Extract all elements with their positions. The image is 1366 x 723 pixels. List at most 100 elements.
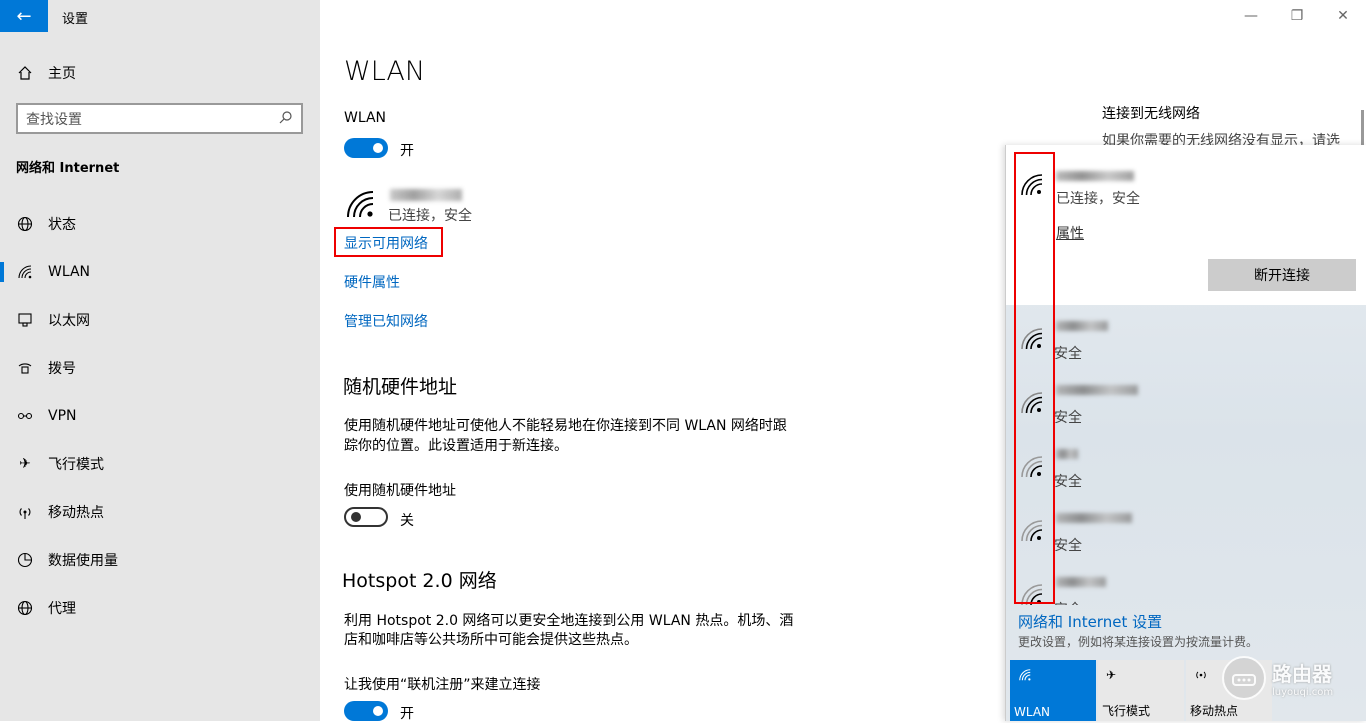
wifi-icon: [1018, 668, 1032, 685]
sidebar-item-label: 数据使用量: [48, 553, 118, 569]
quick-action-label: 移动热点: [1190, 704, 1239, 718]
sidebar-item-label: VPN: [48, 408, 77, 424]
flyout-connected-status: 已连接，安全: [1056, 191, 1140, 207]
airplane-icon: ✈: [1106, 668, 1117, 682]
connected-network-panel[interactable]: 已连接，安全 属性 断开连接: [1006, 145, 1366, 305]
sidebar-item-airplane[interactable]: ✈ 飞行模式: [0, 440, 320, 488]
network-security: 安全: [1054, 474, 1082, 490]
network-name-blurred: [1056, 171, 1134, 181]
globe-status-icon: [16, 216, 34, 232]
random-hw-toggle[interactable]: [344, 507, 388, 527]
hotspot-toggle[interactable]: [344, 701, 388, 721]
sidebar-item-label: 拨号: [48, 361, 76, 377]
search-input[interactable]: 查找设置: [16, 103, 303, 134]
properties-link[interactable]: 属性: [1056, 223, 1084, 243]
hotspot-toggle-state: 开: [400, 706, 414, 722]
nav-list: 状态 WLAN 以太网 拨号 VPN ✈ 飞行模式 移动热点 数据使用量 代理: [0, 200, 320, 632]
sidebar-item-label: 移动热点: [48, 505, 104, 521]
section-title: 网络和 Internet: [16, 161, 120, 176]
window-controls: — ❐ ✕: [1228, 0, 1366, 32]
vpn-icon: [16, 408, 34, 424]
network-name-blurred: [1056, 321, 1108, 331]
sidebar-item-label: WLAN: [48, 264, 91, 280]
network-flyout: 已连接，安全 属性 断开连接 安全 安全 安全 安全 安全: [1005, 145, 1366, 721]
wifi-icon: [16, 264, 34, 280]
random-hw-toggle-label: 使用随机硬件地址: [344, 483, 456, 499]
sidebar-item-label: 以太网: [48, 313, 90, 329]
minimize-button[interactable]: —: [1228, 0, 1274, 32]
sidebar-item-proxy[interactable]: 代理: [0, 584, 320, 632]
hotspot-icon: [16, 504, 34, 520]
quick-action-label: 飞行模式: [1102, 704, 1151, 718]
network-settings-link[interactable]: 网络和 Internet 设置: [1018, 611, 1162, 632]
watermark-name: 路由器: [1272, 662, 1332, 686]
hotspot-heading: Hotspot 2.0 网络: [342, 570, 497, 592]
random-hw-toggle-state: 关: [400, 513, 414, 529]
hotspot-icon: [1194, 668, 1208, 685]
network-list-item[interactable]: 安全: [1006, 441, 1366, 505]
quick-action-wlan[interactable]: WLAN: [1010, 660, 1096, 721]
sidebar: ← 设置 主页 查找设置 网络和 Internet 状态 WLAN 以太网 拨号…: [0, 0, 320, 721]
wlan-toggle-state: 开: [400, 143, 414, 159]
network-list-item[interactable]: 安全: [1006, 505, 1366, 569]
sidebar-item-vpn[interactable]: VPN: [0, 392, 320, 440]
wlan-label: WLAN: [344, 110, 387, 126]
maximize-button[interactable]: ❐: [1274, 0, 1320, 32]
sidebar-item-hotspot[interactable]: 移动热点: [0, 488, 320, 536]
network-list-item[interactable]: 安全: [1006, 377, 1366, 441]
hotspot-desc-1: 利用 Hotspot 2.0 网络可以更安全地连接到公用 WLAN 热点。机场、…: [344, 613, 794, 629]
watermark-url: luyouqi.com: [1272, 687, 1334, 698]
network-settings-desc: 更改设置，例如将某连接设置为按流量计费。: [1018, 635, 1259, 649]
connected-status: 已连接，安全: [388, 208, 472, 224]
network-name-blurred: [1056, 385, 1138, 395]
watermark: 路由器 luyouqi.com: [1222, 656, 1333, 700]
hotspot-desc-2: 店和咖啡店等公共场所中可能会提供这些热点。: [344, 632, 638, 648]
highlight-box: [1014, 152, 1055, 604]
search-icon[interactable]: [279, 110, 293, 128]
sidebar-item-data-usage[interactable]: 数据使用量: [0, 536, 320, 584]
network-security: 安全: [1054, 410, 1082, 426]
network-name-blurred: [1056, 513, 1132, 523]
network-name-blurred: [1056, 577, 1106, 587]
page-title: WLAN: [344, 56, 426, 87]
wlan-toggle[interactable]: [344, 138, 388, 158]
ethernet-icon: [16, 312, 34, 328]
random-hw-desc-2: 踪你的位置。此设置适用于新连接。: [344, 438, 568, 454]
airplane-icon: ✈: [19, 456, 31, 472]
proxy-globe-icon: [16, 600, 34, 616]
back-button[interactable]: ←: [0, 0, 48, 32]
sidebar-item-ethernet[interactable]: 以太网: [0, 296, 320, 344]
random-hw-heading: 随机硬件地址: [343, 376, 458, 398]
wifi-signal-icon: [346, 190, 376, 224]
data-usage-icon: [16, 552, 34, 568]
hardware-props-link[interactable]: 硬件属性: [344, 272, 400, 292]
related-title: 连接到无线网络: [1102, 106, 1200, 122]
quick-action-label: WLAN: [1014, 705, 1051, 719]
show-networks-link[interactable]: 显示可用网络: [344, 233, 428, 253]
scrollbar[interactable]: [1361, 110, 1364, 150]
sidebar-item-label: 代理: [48, 601, 76, 617]
back-arrow-icon: ←: [16, 5, 32, 27]
router-logo-icon: [1222, 656, 1266, 700]
home-label: 主页: [48, 66, 76, 82]
manage-known-link[interactable]: 管理已知网络: [344, 311, 428, 331]
app-title: 设置: [62, 12, 89, 27]
search-placeholder: 查找设置: [26, 111, 82, 128]
network-security: 安全: [1054, 346, 1082, 362]
home-nav[interactable]: 主页: [16, 62, 76, 84]
disconnect-button[interactable]: 断开连接: [1208, 259, 1356, 291]
hotspot-toggle-label: 让我使用“联机注册”来建立连接: [344, 677, 541, 693]
random-hw-desc-1: 使用随机硬件地址可使他人不能轻易地在你连接到不同 WLAN 网络时跟: [344, 418, 787, 434]
sidebar-item-wlan[interactable]: WLAN: [0, 248, 320, 296]
network-name-blurred: [390, 189, 462, 201]
network-security: 安全: [1054, 599, 1082, 605]
sidebar-item-status[interactable]: 状态: [0, 200, 320, 248]
close-button[interactable]: ✕: [1320, 0, 1366, 32]
network-list-item[interactable]: 安全: [1006, 313, 1366, 377]
sidebar-item-label: 状态: [48, 217, 76, 233]
sidebar-item-dialup[interactable]: 拨号: [0, 344, 320, 392]
network-security: 安全: [1054, 538, 1082, 554]
sidebar-item-label: 飞行模式: [48, 457, 104, 473]
quick-action-airplane[interactable]: ✈ 飞行模式: [1098, 660, 1184, 721]
network-list-item[interactable]: 安全: [1006, 569, 1366, 605]
